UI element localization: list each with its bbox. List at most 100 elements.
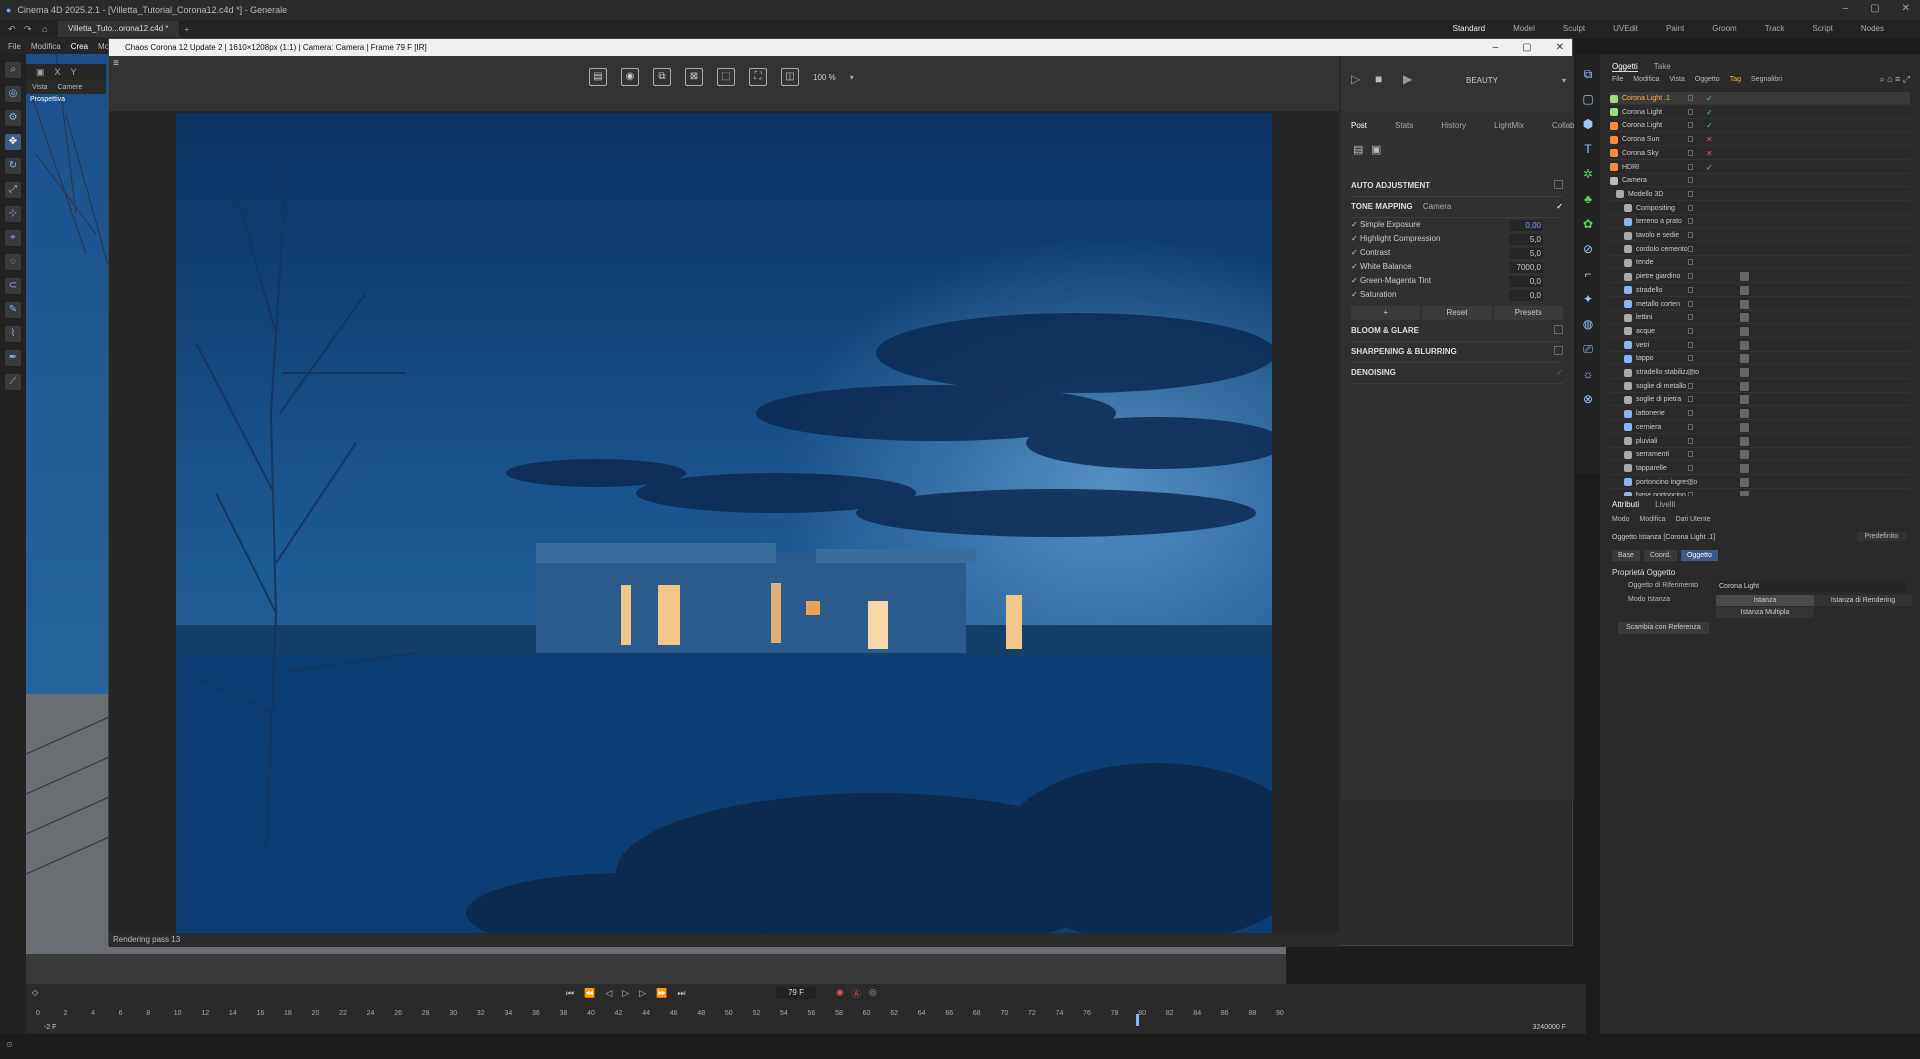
presets-button[interactable]: Presets [1493,306,1563,320]
subtab-oggetto[interactable]: Oggetto [1680,550,1718,561]
preset-dropdown[interactable]: Predefinito [1856,532,1906,541]
rotate-icon[interactable]: ↻ [5,158,21,174]
visibility-toggle[interactable] [1688,437,1693,444]
tab-livelli[interactable]: Livelli [1655,500,1675,509]
deformer-icon[interactable]: ⊘ [1580,241,1596,257]
visibility-toggle[interactable] [1688,286,1693,293]
visibility-toggle[interactable] [1688,95,1693,101]
region-icon[interactable]: ⬚ [717,68,735,86]
visibility-toggle[interactable] [1688,245,1693,252]
layout-sculpt[interactable]: Sculpt [1563,24,1585,33]
settings-icon[interactable]: ⚙ [5,110,21,126]
mode-istanza-multipla-option[interactable]: Istanza Multipla [1716,607,1814,618]
visibility-toggle[interactable] [1688,163,1693,170]
object-row[interactable]: Corona Sky ✕ [1610,147,1910,160]
visibility-toggle[interactable] [1688,136,1693,143]
auto-adjustment-toggle[interactable] [1554,180,1563,189]
pen-icon[interactable]: ✒ [5,350,21,366]
mode-istanza-rendering-option[interactable]: Istanza di Rendering [1814,595,1912,606]
next-frame-icon[interactable]: ▷ [639,988,646,999]
redo-icon[interactable]: ↷ [24,24,32,35]
clear-icon[interactable]: ⊠ [685,68,703,86]
material-tag-icon[interactable] [1740,409,1749,419]
visibility-toggle[interactable] [1688,314,1693,321]
material-tag-icon[interactable] [1740,313,1749,323]
visibility-toggle[interactable] [1688,341,1693,348]
visibility-toggle[interactable] [1688,451,1693,458]
sharpening-section[interactable]: SHARPENING & BLURRING [1351,346,1563,363]
attr-menu-modo[interactable]: Modo [1612,516,1630,523]
chevron-down-icon[interactable]: ▾ [1562,76,1566,85]
text-icon[interactable]: T [1580,141,1596,157]
material-tag-icon[interactable] [1740,395,1749,405]
mode-istanza-option[interactable]: Istanza [1716,595,1814,606]
visibility-toggle[interactable] [1688,232,1693,238]
menu-file[interactable]: File [8,42,21,51]
visibility-toggle[interactable] [1688,478,1693,485]
visibility-toggle[interactable] [1688,190,1693,197]
visibility-toggle[interactable] [1688,355,1693,362]
camera-icon[interactable]: ⎚ [1580,341,1596,357]
param-green-magenta-tint[interactable]: ✓ Green-Magenta Tint 0,0 [1351,276,1563,288]
param-value[interactable]: 5,0 [1509,234,1543,245]
keyframe-selection-icon[interactable]: ◎ [869,987,877,1000]
add-operator-button[interactable]: + [1351,306,1421,320]
tab-take[interactable]: Take [1654,62,1671,72]
save-icon[interactable]: ▤ [589,68,607,86]
object-row[interactable]: tapparelle [1610,462,1910,475]
select-icon[interactable]: ◎ [5,86,21,102]
move-icon[interactable]: ✥ [5,134,21,150]
search-icon[interactable]: ⌕ ⌂ ≡ ⤢ [1880,74,1910,85]
tab-attributi[interactable]: Attributi [1612,500,1639,509]
enable-flag[interactable]: ✓ [1706,161,1713,174]
om-menu-modifica[interactable]: Modifica [1633,76,1659,83]
reset-button[interactable]: Reset [1422,306,1492,320]
view-icon[interactable]: ⧉ [1580,66,1596,82]
material-tag-icon[interactable] [1740,450,1749,460]
transform-icon[interactable]: ⊹ [5,206,21,222]
keyframe-icon[interactable]: ◇ [32,988,38,997]
object-row[interactable]: Corona Light .1 ✓ [1610,92,1910,105]
visibility-toggle[interactable] [1688,259,1693,266]
material-tag-icon[interactable] [1740,299,1749,309]
copy-icon[interactable]: ⧉ [653,68,671,86]
menu-modifica[interactable]: Modifica [31,42,61,51]
object-row[interactable]: HDRI ✓ [1610,161,1910,174]
search-icon[interactable]: ⌕ [5,62,21,78]
render-view-icon[interactable]: ▣ [36,67,45,78]
axis-icon[interactable]: ⌖ [5,230,21,246]
material-tag-icon[interactable] [1740,354,1749,364]
denoising-check[interactable]: ✓ [1556,368,1563,377]
maximize-button[interactable]: ▢ [1870,3,1879,14]
autokey-icon[interactable]: Ⓐ [852,987,861,1000]
param-value[interactable]: 0,0 [1509,276,1543,287]
light-icon[interactable]: ☼ [1580,366,1596,382]
field-icon[interactable]: ✦ [1580,291,1596,307]
record-icon[interactable]: ◉ [836,987,844,1000]
object-row[interactable]: Corona Sun ✕ [1610,133,1910,147]
tab-stats[interactable]: Stats [1395,121,1413,130]
material-tag-icon[interactable] [1740,368,1749,377]
param-value[interactable]: 0,00 [1509,220,1543,231]
object-row[interactable]: serramenti [1610,448,1910,462]
object-row[interactable]: tappo [1610,352,1910,366]
lasso-icon[interactable]: ◌ [5,254,21,270]
attr-menu-dati-utente[interactable]: Dati Utente [1676,516,1711,523]
home-icon[interactable]: ⌂ [42,24,47,34]
fit-icon[interactable]: ⛶ [749,68,767,86]
material-tag-icon[interactable] [1740,285,1749,295]
visibility-toggle[interactable] [1688,218,1693,225]
vfb-close-button[interactable]: ✕ [1556,42,1564,53]
cloner-icon[interactable]: ♣ [1580,191,1596,207]
brush-icon[interactable]: ⌇ [5,326,21,342]
close-button[interactable]: ✕ [1902,3,1910,14]
object-row[interactable]: tende [1610,256,1910,270]
vfb-minimize-button[interactable]: – [1493,42,1499,53]
paint-icon[interactable]: ✎ [5,302,21,318]
param-white-balance[interactable]: ✓ White Balance 7000,0 [1351,262,1563,274]
visibility-toggle[interactable] [1688,204,1693,211]
material-tag-icon[interactable] [1740,436,1749,446]
play-icon[interactable]: ▷ [622,988,629,999]
enable-flag[interactable]: ✕ [1706,133,1713,146]
tab-history[interactable]: History [1441,121,1466,130]
